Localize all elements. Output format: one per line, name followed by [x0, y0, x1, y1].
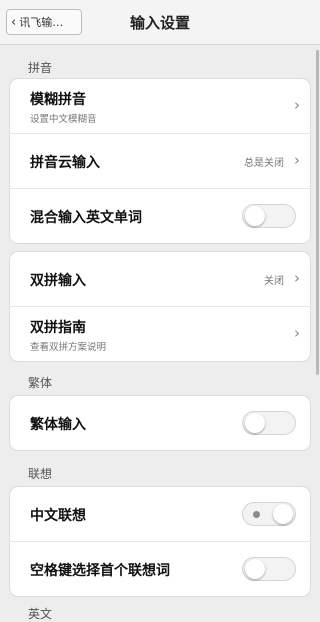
shuangpin-guide-label: 双拼指南 [30, 320, 86, 336]
fuzzy-pinyin-row[interactable]: 模糊拼音 设置中文模糊音 › [10, 79, 310, 133]
pinyin-settings-card: 模糊拼音 设置中文模糊音 › 拼音云输入 总是关闭 › 混合输入英文单词 [10, 79, 310, 243]
traditional-input-row: 繁体输入 [10, 396, 310, 450]
mixed-english-label: 混合输入英文单词 [30, 210, 142, 226]
toggle-knob [245, 206, 265, 226]
chevron-right-icon: › [294, 269, 300, 287]
pinyin-cloud-input-row[interactable]: 拼音云输入 总是关闭 › [10, 133, 310, 188]
space-select-first-label: 空格键选择首个联想词 [30, 563, 170, 579]
traditional-input-label: 繁体输入 [30, 417, 86, 433]
toggle-indicator-dot [253, 511, 260, 518]
fuzzy-pinyin-subtitle: 设置中文模糊音 [30, 114, 97, 125]
shuangpin-guide-row[interactable]: 双拼指南 查看双拼方案说明 › [10, 306, 310, 361]
traditional-input-toggle[interactable] [242, 411, 296, 435]
chevron-right-icon: › [294, 96, 300, 114]
pinyin-cloud-input-label: 拼音云输入 [30, 155, 100, 171]
section-header-traditional: 繁体 [28, 376, 53, 390]
toggle-knob [245, 413, 265, 433]
shuangpin-guide-subtitle: 查看双拼方案说明 [30, 342, 107, 353]
shuangpin-input-value: 关闭 [264, 276, 284, 287]
page-title: 输入设置 [129, 14, 190, 32]
chevron-right-icon: › [294, 151, 300, 169]
chinese-association-row: 中文联想 [10, 487, 310, 541]
space-select-first-row: 空格键选择首个联想词 [10, 541, 310, 596]
shuangpin-input-row[interactable]: 双拼输入 关闭 › [10, 252, 310, 306]
fuzzy-pinyin-label: 模糊拼音 [30, 92, 86, 108]
scrollbar[interactable] [316, 50, 319, 375]
toggle-knob [245, 559, 265, 579]
pinyin-cloud-input-value: 总是关闭 [244, 158, 284, 169]
toggle-knob [273, 504, 293, 524]
chinese-association-toggle[interactable] [242, 502, 296, 526]
chevron-right-icon: › [294, 324, 300, 342]
association-settings-card: 中文联想 空格键选择首个联想词 [10, 487, 310, 596]
shuangpin-input-label: 双拼输入 [30, 273, 86, 289]
chinese-association-label: 中文联想 [30, 508, 86, 524]
section-header-next: 英文 [28, 607, 53, 621]
space-select-first-toggle[interactable] [242, 557, 296, 581]
section-header-pinyin: 拼音 [28, 61, 53, 75]
section-header-association: 联想 [28, 467, 53, 481]
traditional-settings-card: 繁体输入 [10, 396, 310, 450]
shuangpin-settings-card: 双拼输入 关闭 › 双拼指南 查看双拼方案说明 › [10, 252, 310, 361]
navigation-bar: ‹ 讯飞输… 输入设置 [0, 0, 320, 45]
mixed-english-row: 混合输入英文单词 [10, 188, 310, 243]
mixed-english-toggle[interactable] [242, 204, 296, 228]
